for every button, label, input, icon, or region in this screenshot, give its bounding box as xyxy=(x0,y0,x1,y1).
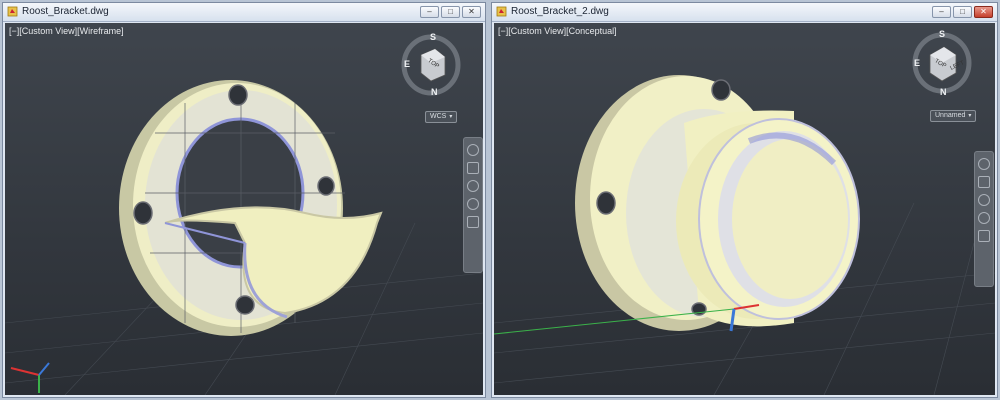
compass-north-label: N xyxy=(940,87,947,97)
minimize-button[interactable]: – xyxy=(420,6,439,18)
window-title: Roost_Bracket_2.dwg xyxy=(511,6,609,17)
minimize-button[interactable]: – xyxy=(932,6,951,18)
orbit-icon[interactable] xyxy=(978,212,990,224)
close-button[interactable]: ✕ xyxy=(462,6,481,18)
drawing-window-1[interactable]: Roost_Bracket.dwg – □ ✕ [−][Custom View]… xyxy=(2,2,486,398)
dwg-file-icon xyxy=(7,6,18,17)
ucs-axes-icon xyxy=(10,362,50,393)
ucs-menu[interactable]: WCS ▾ xyxy=(425,111,458,123)
steering-wheel-icon[interactable] xyxy=(978,158,990,170)
compass-east-label: E xyxy=(404,59,411,69)
compass-south-label: S xyxy=(430,32,437,42)
dwg-file-icon xyxy=(496,6,507,17)
title-bar[interactable]: Roost_Bracket_2.dwg – □ ✕ xyxy=(492,3,997,22)
orbit-icon[interactable] xyxy=(467,198,479,210)
ucs-menu-label: Unnamed xyxy=(935,112,966,119)
navigation-bar[interactable] xyxy=(463,137,483,273)
title-bar[interactable]: Roost_Bracket.dwg – □ ✕ xyxy=(3,3,485,22)
compass-north-label: N xyxy=(431,87,438,97)
viewport-controls-label[interactable]: [−][Custom View][Wireframe] xyxy=(9,26,124,36)
steering-wheel-icon[interactable] xyxy=(467,144,479,156)
ucs-menu[interactable]: Unnamed ▾ xyxy=(930,110,977,122)
pan-icon[interactable] xyxy=(467,162,479,174)
drawing-window-2[interactable]: Roost_Bracket_2.dwg – □ ✕ [−][Custom Vie… xyxy=(491,2,998,398)
showmotion-icon[interactable] xyxy=(467,216,479,228)
drawing-viewport[interactable]: [−][Custom View][Conceptual] S E N TOP L… xyxy=(494,23,995,395)
ucs-menu-label: WCS xyxy=(430,113,447,120)
window-title: Roost_Bracket.dwg xyxy=(22,6,109,17)
showmotion-icon[interactable] xyxy=(978,230,990,242)
zoom-icon[interactable] xyxy=(978,194,990,206)
chevron-down-icon: ▾ xyxy=(449,114,453,120)
viewport-controls-label[interactable]: [−][Custom View][Conceptual] xyxy=(498,26,617,36)
close-button[interactable]: ✕ xyxy=(974,6,993,18)
pan-icon[interactable] xyxy=(978,176,990,188)
restore-button[interactable]: □ xyxy=(441,6,460,18)
compass-east-label: E xyxy=(914,58,921,68)
navigation-bar[interactable] xyxy=(974,151,994,287)
chevron-down-icon: ▾ xyxy=(968,113,972,119)
drawing-viewport[interactable]: [−][Custom View][Wireframe] S E N TOP WC… xyxy=(5,23,483,395)
zoom-icon[interactable] xyxy=(467,180,479,192)
restore-button[interactable]: □ xyxy=(953,6,972,18)
compass-south-label: S xyxy=(939,29,946,39)
